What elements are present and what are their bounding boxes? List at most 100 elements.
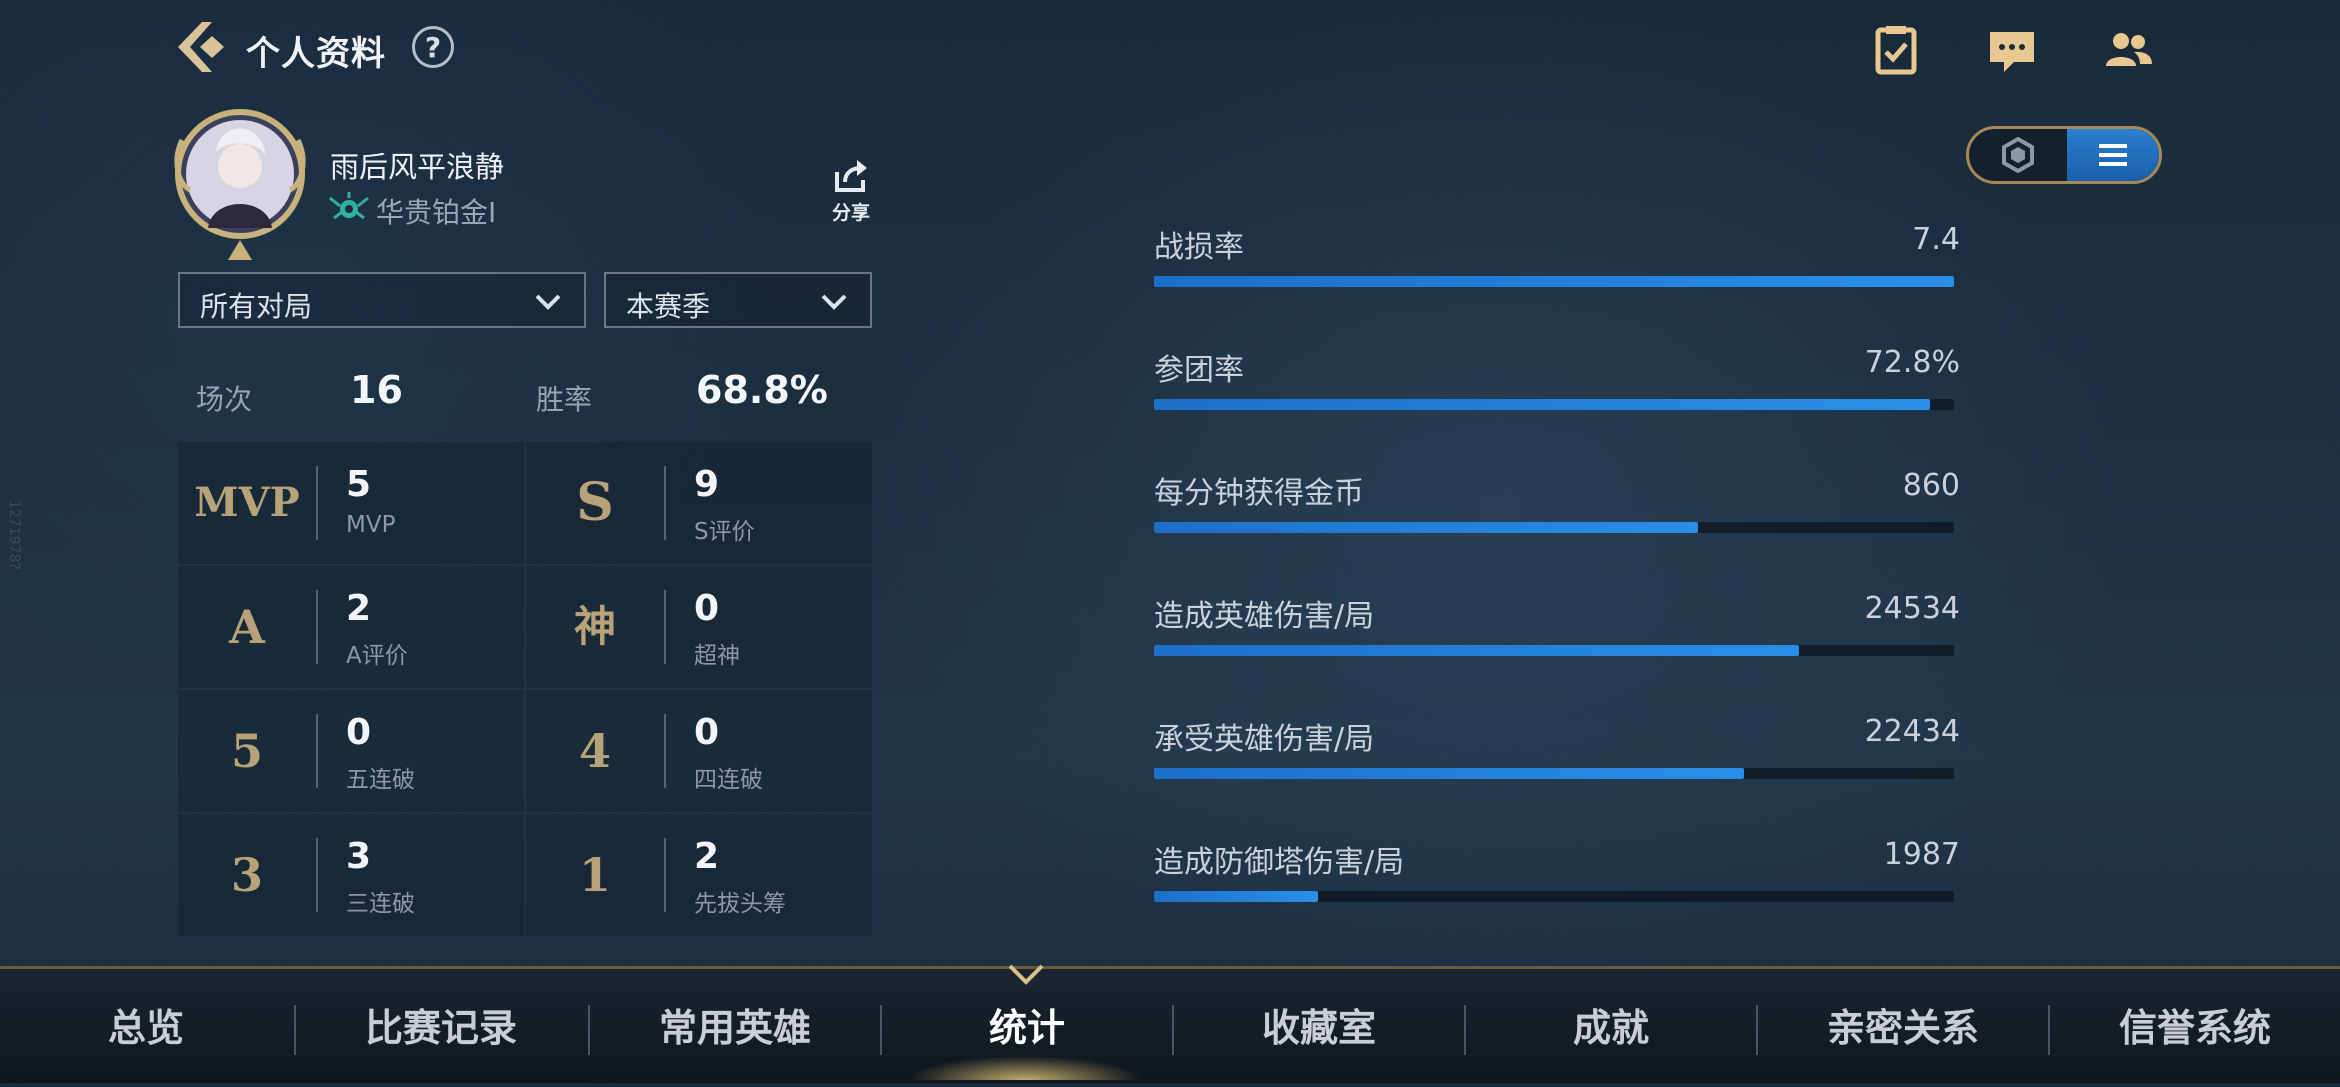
achievement-label: MVP [346, 512, 396, 538]
achievement-mvp: MVP 5 MVP [178, 442, 524, 564]
active-tab-glow [880, 1040, 1170, 1080]
achievement-label: S评价 [694, 519, 755, 545]
nav-item-match-history[interactable]: 比赛记录 [296, 969, 586, 1083]
friends-icon [2106, 33, 2152, 66]
share-label: 分享 [831, 202, 870, 224]
stat-value: 7.4 [1912, 222, 1960, 257]
nav-item-relations[interactable]: 亲密关系 [1758, 969, 2048, 1083]
stat-bar-fill [1154, 522, 1698, 533]
friends-button[interactable] [2100, 22, 2156, 78]
firstblood-badge: 1 [578, 848, 611, 902]
achievement-label: 四连破 [694, 767, 763, 793]
stat-bar-track [1154, 399, 1954, 410]
achievement-godlike: 神 0 超神 [526, 566, 872, 688]
stat-bar-track [1154, 768, 1954, 779]
player-name: 雨后风平浪静 [330, 150, 505, 184]
s-badge: S [576, 472, 614, 533]
avatar[interactable] [168, 100, 312, 260]
achievement-label: A评价 [346, 643, 408, 669]
stat-bar-fill [1154, 276, 1954, 287]
nav-item-achievements[interactable]: 成就 [1466, 969, 1756, 1083]
chevron-down-icon [535, 294, 561, 310]
view-toggle[interactable] [1966, 126, 2162, 184]
mode-dropdown[interactable]: 所有对局 [178, 272, 586, 328]
stat-value: 860 [1902, 468, 1960, 503]
achievement-label: 超神 [694, 643, 740, 669]
triple-badge: 3 [230, 848, 263, 902]
achievement-label: 五连破 [346, 767, 415, 793]
rank-emblem-icon [328, 190, 370, 228]
nav-item-heroes[interactable]: 常用英雄 [590, 969, 880, 1083]
toggle-chart-view[interactable] [1969, 129, 2067, 181]
stat-label: 造成英雄伤害/局 [1154, 599, 1375, 634]
rank-name: 华贵铂金I [376, 196, 497, 229]
a-badge: A [229, 600, 265, 654]
games-label: 场次 [196, 383, 253, 416]
achievement-value: 0 [694, 712, 720, 753]
share-icon [835, 160, 867, 192]
winrate-value: 68.8% [696, 368, 828, 412]
stat-bar-track [1154, 522, 1954, 533]
stat-value: 22434 [1864, 714, 1960, 749]
achievement-grid: MVP 5 MVP S 9 S评价 A 2 A评价 神 0 超神 5 0 五连破… [178, 442, 872, 936]
bottom-nav: 总览 比赛记录 常用英雄 统计 收藏室 成就 亲密关系 信誉系统 [0, 966, 2340, 1083]
stat-bar-fill [1154, 768, 1744, 779]
achievement-value: 0 [346, 712, 372, 753]
achievement-a: A 2 A评价 [178, 566, 524, 688]
achievement-value: 2 [694, 836, 720, 877]
achievement-penta: 5 0 五连破 [178, 690, 524, 812]
achievement-triple: 3 3 三连破 [178, 814, 524, 936]
back-arrow-icon [178, 22, 224, 72]
stat-label: 战损率 [1154, 230, 1244, 265]
season-dropdown[interactable]: 本赛季 [604, 272, 872, 328]
stat-bar-fill [1154, 645, 1799, 656]
stat-label: 参团率 [1154, 353, 1244, 388]
stat-bar-fill [1154, 891, 1318, 902]
games-value: 16 [350, 368, 403, 412]
achievement-value: 0 [694, 588, 720, 629]
stat-bar-track [1154, 276, 1954, 287]
chat-bubble-icon [1990, 32, 2034, 72]
achievement-value: 3 [346, 836, 372, 877]
stat-value: 72.8% [1864, 345, 1960, 380]
achievement-firstblood: 1 2 先拔头筹 [526, 814, 872, 936]
help-button[interactable]: ? [412, 26, 454, 68]
stat-label: 承受英雄伤害/局 [1154, 722, 1375, 757]
watermark-id: 1271978? [6, 500, 22, 570]
clipboard-check-icon [1875, 26, 1917, 75]
stat-label: 每分钟获得金币 [1154, 476, 1364, 511]
nav-item-overview[interactable]: 总览 [0, 969, 292, 1083]
quadra-badge: 4 [578, 724, 611, 778]
mode-dropdown-label: 所有对局 [200, 290, 313, 323]
back-button[interactable] [172, 16, 234, 78]
nav-item-collection[interactable]: 收藏室 [1174, 969, 1464, 1083]
toggle-list-view[interactable] [2067, 129, 2159, 181]
season-dropdown-label: 本赛季 [626, 290, 711, 323]
stat-bar-fill [1154, 399, 1930, 410]
stat-value: 24534 [1864, 591, 1960, 626]
tasks-button[interactable] [1868, 22, 1924, 78]
share-button[interactable]: 分享 [826, 156, 876, 226]
page-title: 个人资料 [246, 34, 386, 74]
mvp-badge: MVP [194, 479, 300, 526]
chat-button[interactable] [1984, 22, 2040, 78]
stat-bar-track [1154, 645, 1954, 656]
active-tab-indicator [1006, 962, 1046, 986]
godlike-badge: 神 [573, 602, 616, 651]
winrate-label: 胜率 [536, 383, 593, 416]
achievement-s: S 9 S评价 [526, 442, 872, 564]
nav-item-credit[interactable]: 信誉系统 [2050, 969, 2340, 1083]
achievement-value: 9 [694, 464, 720, 505]
achievement-label: 三连破 [346, 891, 415, 917]
achievement-value: 2 [346, 588, 372, 629]
achievement-quadra: 4 0 四连破 [526, 690, 872, 812]
hexagon-icon [2002, 136, 2034, 174]
achievement-value: 5 [346, 464, 372, 505]
achievement-label: 先拔头筹 [694, 891, 786, 917]
chevron-down-icon [821, 294, 847, 310]
list-icon [2099, 144, 2127, 166]
penta-badge: 5 [230, 724, 263, 778]
stat-bar-track [1154, 891, 1954, 902]
stat-value: 1987 [1883, 837, 1960, 872]
stat-label: 造成防御塔伤害/局 [1154, 845, 1405, 880]
